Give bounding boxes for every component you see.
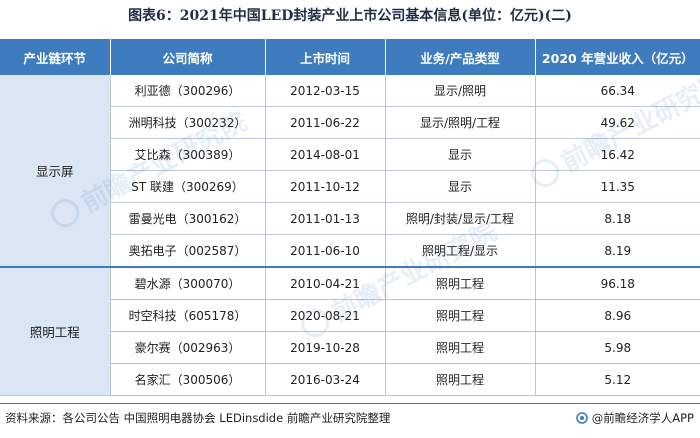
table-cell: 显示 (385, 170, 536, 203)
table-cell: 16.42 (535, 138, 700, 171)
table-cell: 8.96 (535, 299, 700, 332)
table-cell: 显示 (385, 138, 536, 171)
page-title: 图表6：2021年中国LED封装产业上市公司基本信息(单位：亿元)(二) (128, 8, 572, 24)
table-cell: 照明/封装/显示/工程 (385, 202, 536, 235)
table-cell: 49.62 (535, 106, 700, 139)
column-header: 业务/产品类型 (385, 39, 536, 75)
column-header: 上市时间 (265, 39, 386, 75)
table-cell: 照明工程 (385, 363, 536, 396)
company-info-table: 产业链环节 公司简称 上市时间 业务/产品类型 2020 年营业收入（亿元） 显示屏 利亚… (0, 39, 700, 396)
table-cell: 照明工程 (385, 266, 536, 300)
table-cell: 豪尔赛（002963） (110, 331, 266, 364)
table-cell: 时空科技（605178） (110, 299, 266, 332)
table-cell: 2016-03-24 (265, 363, 386, 396)
table-cell: 利亚德（300296） (110, 75, 266, 107)
table-cell: 66.34 (535, 75, 700, 107)
table-cell: 2012-03-15 (265, 75, 386, 107)
table-cell: 奥拓电子（002587） (110, 234, 266, 268)
table-cell: 照明工程/显示 (385, 234, 536, 268)
table-cell: 8.19 (535, 234, 700, 268)
table-cell: 碧水源（300070） (110, 266, 266, 300)
table-cell: 2014-08-01 (265, 138, 386, 171)
table-cell: 8.18 (535, 202, 700, 235)
column-header: 公司简称 (110, 39, 266, 75)
table-cell: 96.18 (535, 266, 700, 300)
table-cell: 雷曼光电（300162） (110, 202, 266, 235)
table-cell: 5.12 (535, 363, 700, 396)
table-row: 照明工程 碧水源（300070） 2010-04-21 照明工程 96.18 (0, 266, 700, 396)
table-cell: 显示/照明 (385, 75, 536, 107)
table-row: 显示屏 利亚德（300296） 2012-03-15 显示/照明 66.34 (0, 75, 700, 268)
table-cell: 2011-06-10 (265, 234, 386, 268)
table-cell: 艾比森（300389） (110, 138, 266, 171)
footer-divider (0, 403, 700, 404)
table-cell: 2019-10-28 (265, 331, 386, 364)
table-cell: 照明工程 (385, 299, 536, 332)
brand-credit: @前瞻经济学人APP (575, 410, 694, 426)
table-cell: 2011-10-12 (265, 170, 386, 203)
source-note: 资料来源：各公司公告 中国照明电器协会 LEDinsdide 前瞻产业研究院整理 (5, 411, 391, 425)
table-cell: 名家汇（300506） (110, 363, 266, 396)
group-cell: 显示屏 (0, 75, 111, 268)
table-cell: 5.98 (535, 331, 700, 364)
brand-label: @前瞻经济学人APP (591, 411, 694, 425)
table-cell: 照明工程 (385, 331, 536, 364)
table-cell: ST 联建（300269） (110, 170, 266, 203)
group-cell: 照明工程 (0, 266, 111, 396)
table-cell: 2011-06-22 (265, 106, 386, 139)
table-cell: 11.35 (535, 170, 700, 203)
table-header-row: 产业链环节 公司简称 上市时间 业务/产品类型 2020 年营业收入（亿元） (0, 39, 700, 75)
table-cell: 洲明科技（300232） (110, 106, 266, 139)
table-cell: 2020-08-21 (265, 299, 386, 332)
table-body: 显示屏 利亚德（300296） 2012-03-15 显示/照明 66.34 洲明科技（3… (0, 75, 700, 396)
brand-logo-icon (575, 412, 588, 424)
table-cell: 显示/照明/工程 (385, 106, 536, 139)
table-cell: 2011-01-13 (265, 202, 386, 235)
table-cell: 2010-04-21 (265, 266, 386, 300)
column-header: 2020 年营业收入（亿元） (535, 39, 700, 75)
column-header: 产业链环节 (0, 39, 111, 75)
